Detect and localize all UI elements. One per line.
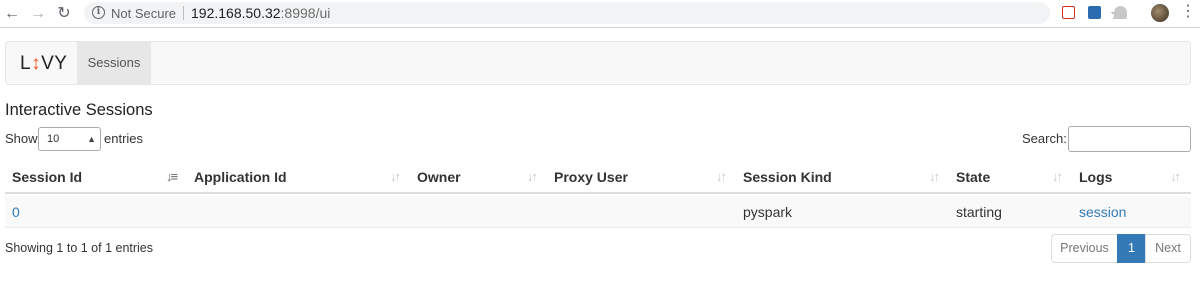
column-header-session-id[interactable]: Session Id: [12, 160, 82, 194]
extension-icon[interactable]: [1114, 6, 1127, 19]
livy-logo[interactable]: L↕VY: [20, 53, 67, 75]
brand-arrow: ↕: [31, 53, 42, 74]
show-label: Show: [5, 131, 38, 146]
url-text[interactable]: 192.168.50.32:8998/ui: [191, 5, 330, 21]
search-label: Search:: [1022, 131, 1067, 146]
page-title: Interactive Sessions: [5, 101, 153, 119]
table-header: Session Id ↓≡ Application Id ↓↑ Owner ↓↑…: [5, 160, 1191, 194]
sort-icon[interactable]: ↓↑: [1052, 160, 1063, 194]
sort-icon[interactable]: ↓↑: [1170, 160, 1181, 194]
address-bar[interactable]: i Not Secure 192.168.50.32:8998/ui ☆: [84, 2, 1123, 24]
entries-label: entries: [104, 131, 144, 146]
profile-avatar[interactable]: [1151, 4, 1169, 22]
security-label[interactable]: Not Secure: [111, 6, 176, 21]
sort-icon[interactable]: ↓↑: [527, 160, 538, 194]
tab-sessions[interactable]: Sessions: [77, 42, 151, 84]
info-icon[interactable]: i: [92, 6, 105, 19]
column-header-application-id[interactable]: Application Id: [194, 160, 287, 194]
sort-ascending-icon[interactable]: ↓≡: [166, 160, 178, 194]
logs-session-link[interactable]: session: [1079, 196, 1126, 228]
page-1-button[interactable]: 1: [1117, 234, 1146, 263]
sort-icon[interactable]: ↓↑: [716, 160, 727, 194]
session-kind-cell: pyspark: [743, 204, 793, 220]
browser-toolbar: ← → ↻ i Not Secure 192.168.50.32:8998/ui…: [0, 0, 1200, 28]
forward-arrow-icon[interactable]: →: [28, 4, 48, 24]
session-id-link[interactable]: 0: [12, 196, 20, 228]
state-cell: starting: [956, 204, 1002, 220]
page-length-value: 10: [47, 133, 60, 145]
next-page-button[interactable]: Next: [1145, 234, 1191, 263]
column-header-proxy-user[interactable]: Proxy User: [554, 160, 628, 194]
extension-icon[interactable]: [1088, 6, 1101, 19]
column-header-session-kind[interactable]: Session Kind: [743, 160, 832, 194]
reload-icon[interactable]: ↻: [54, 4, 74, 24]
brand-letter: L: [20, 53, 32, 74]
column-header-logs[interactable]: Logs: [1079, 160, 1112, 194]
url-path: :8998/ui: [280, 5, 331, 21]
extension-icon[interactable]: [1062, 6, 1075, 19]
app-navbar: L↕VY Sessions: [5, 41, 1191, 85]
previous-page-button[interactable]: Previous: [1051, 234, 1118, 263]
url-host: 192.168.50.32: [191, 5, 281, 21]
page-length-select[interactable]: 10 ▲: [38, 127, 101, 151]
search-input[interactable]: [1068, 126, 1191, 152]
back-arrow-icon[interactable]: ←: [2, 4, 22, 24]
sort-icon[interactable]: ↓↑: [390, 160, 401, 194]
table-info: Showing 1 to 1 of 1 entries: [5, 241, 154, 255]
more-menu-icon[interactable]: ⋮: [1180, 3, 1196, 21]
select-caret-icon: ▲: [87, 134, 96, 144]
brand-letters: VY: [41, 53, 68, 74]
sort-icon[interactable]: ↓↑: [929, 160, 940, 194]
column-header-owner[interactable]: Owner: [417, 160, 461, 194]
url-separator: [183, 6, 184, 20]
column-header-state[interactable]: State: [956, 160, 990, 194]
table-row: 0 pyspark starting session: [5, 196, 1191, 228]
